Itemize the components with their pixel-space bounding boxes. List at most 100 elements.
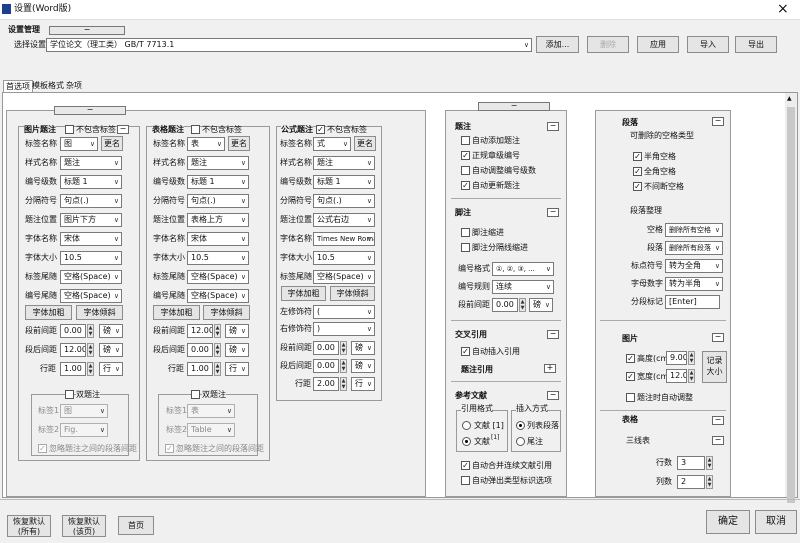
eq-spin-input-1[interactable]: 0.00	[313, 359, 339, 373]
right-table-collapse[interactable]: −	[712, 416, 724, 425]
import-button[interactable]: 导入	[687, 36, 729, 53]
tbl-spin-unit-0[interactable]: 磅	[225, 324, 249, 338]
restore-all-button[interactable]: 恢复默认(所有)	[7, 515, 51, 537]
scroll-thumb[interactable]	[787, 107, 795, 503]
eq-select-1[interactable]: 题注	[313, 156, 375, 170]
right-para-select-3[interactable]: 转为半角	[665, 277, 723, 291]
mid-foot-collapse[interactable]: −	[547, 208, 559, 217]
middle-panel-collapse[interactable]: −	[478, 102, 550, 111]
tbl-select-6[interactable]: 10.5	[187, 251, 249, 265]
mid-xref-expand[interactable]: +	[544, 364, 556, 373]
fig-select-1[interactable]: 题注	[60, 156, 122, 170]
mid-ref-radio-1[interactable]	[462, 421, 471, 430]
eq-input-0[interactable]: (	[313, 305, 375, 319]
fig-spin-unit-2[interactable]: 行	[99, 362, 123, 376]
eq-select-6[interactable]: 10.5	[313, 251, 375, 265]
mid-caption-check-3[interactable]: ✓	[461, 181, 470, 190]
right-para-input-4[interactable]: [Enter]	[665, 295, 720, 309]
tbl-select-7[interactable]: 空格(Space)	[187, 270, 249, 284]
tbl-dual-ignore-checkbox[interactable]: ✓	[165, 444, 174, 453]
tbl-select-0[interactable]: 表	[187, 137, 225, 151]
eq-spin-unit-2[interactable]: 行	[351, 377, 375, 391]
settings-select[interactable]: 学位论文（理工类） GB/T 7713.1	[46, 38, 532, 52]
figure-group-collapse[interactable]: −	[117, 125, 129, 134]
eq-spin-unit-0[interactable]: 磅	[351, 341, 375, 355]
mid-xref-collapse[interactable]: −	[547, 330, 559, 339]
tbl-spin-arrows-2[interactable]: ▲ ▼	[214, 362, 221, 376]
tbl-dual-checkbox[interactable]	[191, 390, 200, 399]
eq-rename-button[interactable]: 更名	[354, 136, 376, 151]
mid-caption-collapse[interactable]: −	[547, 122, 559, 131]
fig-spin-arrows-0[interactable]: ▲ ▼	[87, 324, 94, 338]
mid-caption-check-1[interactable]: ✓	[461, 151, 470, 160]
mid-foot-input-3[interactable]: 0.00	[492, 298, 518, 312]
right-pic-height-spin[interactable]: ▲ ▼	[688, 351, 695, 365]
fig-select-6[interactable]: 10.5	[60, 251, 122, 265]
right-table-rows-spin[interactable]: ▲ ▼	[706, 456, 713, 470]
fig-rename-button[interactable]: 更名	[101, 136, 123, 151]
tbl-spin-input-1[interactable]: 0.00	[187, 343, 213, 357]
tab-template-format[interactable]: 模板格式	[32, 80, 64, 91]
fig-spin-unit-0[interactable]: 磅	[99, 324, 123, 338]
fig-select-0[interactable]: 图	[60, 137, 98, 151]
tbl-spin-input-0[interactable]: 12.00	[187, 324, 213, 338]
fig-spin-input-2[interactable]: 1.00	[60, 362, 86, 376]
ok-button[interactable]: 确定	[706, 510, 750, 534]
fig-spin-input-1[interactable]: 12.00	[60, 343, 86, 357]
fig-select-2[interactable]: 标题 1	[60, 175, 122, 189]
fig-select-3[interactable]: 句点(.)	[60, 194, 122, 208]
right-table-rows-input[interactable]: 3	[677, 456, 705, 470]
header-collapse[interactable]: −	[49, 26, 125, 35]
right-pic-height-input[interactable]: 9.00	[666, 351, 687, 365]
mid-ref-radio-2[interactable]	[462, 437, 471, 446]
tbl-spin-unit-1[interactable]: 磅	[225, 343, 249, 357]
fig-select-8[interactable]: 空格(Space)	[60, 289, 122, 303]
mid-foot-select-1[interactable]: ①, ②, ③, ...	[492, 262, 554, 276]
fig-spin-input-0[interactable]: 0.00	[60, 324, 86, 338]
fig-dual-select-1[interactable]: 图	[60, 404, 108, 418]
right-pic-height-check[interactable]: ✓	[626, 354, 635, 363]
cancel-button[interactable]: 取消	[755, 510, 797, 534]
close-icon[interactable]: ×	[777, 1, 789, 17]
add-button[interactable]: 添加...	[536, 36, 579, 53]
tbl-bold-button[interactable]: 字体加粗	[153, 305, 200, 320]
right-para-select-0[interactable]: 删除所有空格	[665, 223, 723, 237]
tbl-select-3[interactable]: 句点(.)	[187, 194, 249, 208]
mid-caption-check-0[interactable]	[461, 136, 470, 145]
eq-select-5[interactable]: Times New Roman	[313, 232, 375, 246]
right-para-check-2[interactable]: ✓	[633, 182, 642, 191]
right-para-check-0[interactable]: ✓	[633, 152, 642, 161]
fig-select-7[interactable]: 空格(Space)	[60, 270, 122, 284]
mid-foot-spin-3[interactable]: ▲ ▼	[519, 298, 526, 312]
mid-ref-check-2[interactable]	[461, 476, 470, 485]
right-pic-collapse[interactable]: −	[712, 333, 724, 342]
right-para-select-1[interactable]: 删除所有段落	[665, 241, 723, 255]
mid-foot-check-0[interactable]	[461, 228, 470, 237]
right-table-cols-input[interactable]: 2	[677, 475, 705, 489]
tbl-dual-select-2[interactable]: Table	[187, 423, 235, 437]
tab-misc[interactable]: 杂项	[66, 80, 82, 91]
eq-select-0[interactable]: 式	[313, 137, 351, 151]
eq-spin-input-0[interactable]: 0.00	[313, 341, 339, 355]
eq-select-7[interactable]: 空格(Space)	[313, 270, 375, 284]
tbl-select-2[interactable]: 标题 1	[187, 175, 249, 189]
fig-dual-select-2[interactable]: Fig.	[60, 423, 108, 437]
fig-dual-checkbox[interactable]	[65, 390, 74, 399]
mid-ref-radio-3[interactable]	[516, 421, 525, 430]
mid-ref-check-1[interactable]: ✓	[461, 461, 470, 470]
right-pic-auto-check[interactable]	[626, 393, 635, 402]
right-para-collapse[interactable]: −	[712, 117, 724, 126]
tbl-italic-button[interactable]: 字体倾斜	[203, 305, 250, 320]
mid-xref-check[interactable]: ✓	[461, 347, 470, 356]
tbl-select-1[interactable]: 题注	[187, 156, 249, 170]
fig-bold-button[interactable]: 字体加粗	[25, 305, 72, 320]
mid-foot-unit-3[interactable]: 磅	[529, 298, 553, 312]
tbl-spin-input-2[interactable]: 1.00	[187, 362, 213, 376]
fig-spin-arrows-2[interactable]: ▲ ▼	[87, 362, 94, 376]
eq-spin-arrows-1[interactable]: ▲ ▼	[340, 359, 347, 373]
scroll-up-icon[interactable]: ▲	[787, 95, 792, 102]
tbl-select-8[interactable]: 空格(Space)	[187, 289, 249, 303]
tab-preferences[interactable]: 首选项	[3, 80, 33, 92]
eq-bold-button[interactable]: 字体加粗	[281, 286, 326, 301]
eq-input-1[interactable]: )	[313, 322, 375, 336]
